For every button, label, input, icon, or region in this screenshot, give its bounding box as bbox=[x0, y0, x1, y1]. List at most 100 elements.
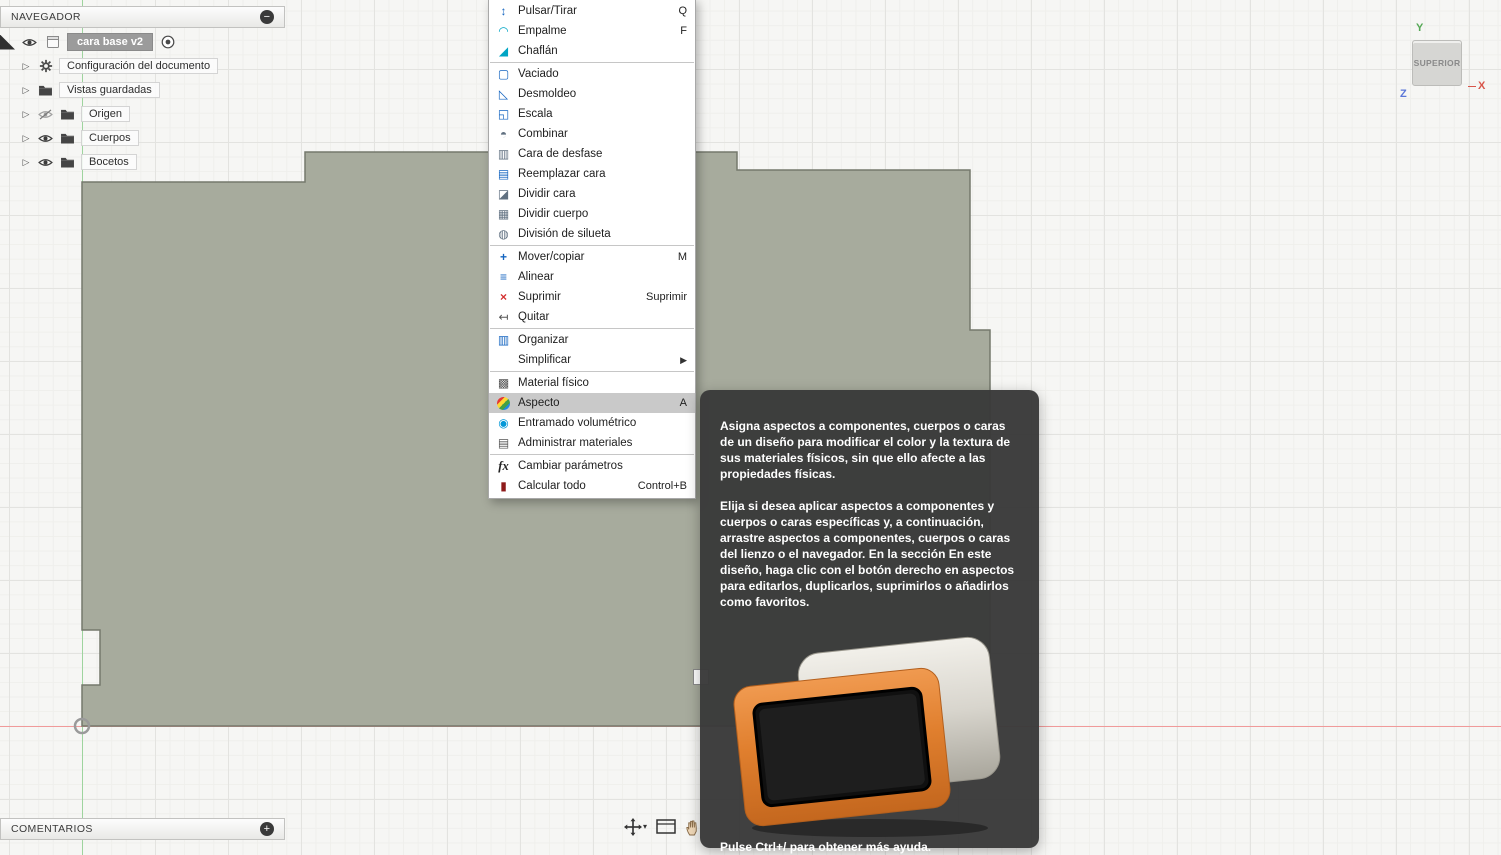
eye-icon[interactable] bbox=[37, 133, 54, 144]
appearance-example-image bbox=[720, 626, 1020, 840]
menu-item-label: Aspecto bbox=[518, 397, 560, 409]
navigator-item-vistas-guardadas[interactable]: ▷ Vistas guardadas bbox=[0, 78, 218, 102]
activate-radio-icon[interactable] bbox=[159, 35, 176, 49]
expand-arrow-icon[interactable]: ▷ bbox=[20, 85, 32, 96]
menu-item-vaciado[interactable]: ▢ Vaciado bbox=[489, 64, 695, 84]
appearance-icon bbox=[495, 395, 512, 411]
navigator-root-row[interactable]: cara base v2 bbox=[0, 30, 218, 54]
menu-item-entramado-volumetrico[interactable]: ◉ Entramado volumétrico bbox=[489, 413, 695, 433]
display-settings-icon bbox=[656, 819, 676, 834]
menu-separator bbox=[490, 328, 694, 329]
navigator-item-bocetos[interactable]: ▷ Bocetos bbox=[0, 150, 218, 174]
chevron-down-icon: ▾ bbox=[643, 822, 648, 831]
expand-arrow-icon[interactable]: ▷ bbox=[20, 61, 32, 72]
menu-item-label: División de silueta bbox=[518, 228, 611, 240]
display-settings-button[interactable] bbox=[656, 819, 676, 835]
menu-item-suprimir[interactable]: × Suprimir Suprimir bbox=[489, 287, 695, 307]
silhouette-split-icon: ◍ bbox=[498, 227, 509, 241]
menu-item-label: Quitar bbox=[518, 311, 550, 323]
menu-item-label: Entramado volumétrico bbox=[518, 417, 637, 429]
navigator-item-configuracion-del-documento[interactable]: ▷ Configuración del documento bbox=[0, 54, 219, 78]
menu-item-cambiar-parametros[interactable]: fx Cambiar parámetros bbox=[489, 456, 695, 476]
menu-item-label: Vaciado bbox=[518, 68, 559, 80]
navigator-item-label[interactable]: Origen bbox=[81, 106, 131, 122]
navigator-item-label[interactable]: Bocetos bbox=[81, 154, 137, 170]
navigator-item-label[interactable]: Cuerpos bbox=[81, 130, 139, 146]
menu-item-material-fisico[interactable]: ▩ Material físico bbox=[489, 373, 695, 393]
menu-item-label: Calcular todo bbox=[518, 480, 586, 492]
menu-item-label: Desmoldeo bbox=[518, 88, 577, 100]
menu-item-organizar[interactable]: ▥ Organizar bbox=[489, 330, 695, 350]
combine-icon: ◓ bbox=[499, 127, 508, 141]
push-pull-icon: ↕ bbox=[500, 4, 507, 18]
folder-icon bbox=[37, 84, 54, 96]
add-comment-button[interactable]: + bbox=[260, 822, 274, 836]
menu-item-label: Pulsar/Tirar bbox=[518, 5, 577, 17]
navigator-item-origen[interactable]: ▷ Origen bbox=[0, 102, 218, 126]
menu-item-combinar[interactable]: ◓ Combinar bbox=[489, 124, 695, 144]
menu-item-desmoldeo[interactable]: ◺ Desmoldeo bbox=[489, 84, 695, 104]
menu-item-label: Combinar bbox=[518, 128, 568, 140]
navigator-collapse-button[interactable]: − bbox=[260, 10, 274, 24]
menu-item-label: Dividir cara bbox=[518, 188, 576, 200]
menu-item-label: Dividir cuerpo bbox=[518, 208, 589, 220]
menu-item-label: Empalme bbox=[518, 25, 567, 37]
menu-item-shortcut: Q bbox=[678, 5, 687, 17]
origin-marker[interactable] bbox=[70, 714, 94, 738]
menu-item-calcular-todo[interactable]: ▮ Calcular todo Control+B bbox=[489, 476, 695, 496]
menu-item-shortcut: M bbox=[677, 251, 687, 263]
menu-item-cara-de-desfase[interactable]: ▥ Cara de desfase bbox=[489, 144, 695, 164]
menu-item-mover-copiar[interactable]: + Mover/copiar M bbox=[489, 247, 695, 267]
viewcube-face-superior[interactable]: SUPERIOR bbox=[1412, 40, 1462, 86]
context-menu: ↕ Pulsar/Tirar Q ◠ Empalme F ◢ Chaflán ▢ Vaciado ◺… bbox=[488, 0, 696, 499]
viewcube-axis-z: Z bbox=[1400, 88, 1407, 100]
arrange-icon: ▥ bbox=[497, 333, 510, 347]
pan-orbit-button[interactable]: ▾ bbox=[624, 818, 647, 836]
viewcube[interactable]: Y SUPERIOR Z X bbox=[1398, 22, 1498, 106]
canvas-navigation-toolbar: ▾ bbox=[624, 818, 700, 836]
folder-icon bbox=[59, 132, 76, 144]
expand-arrow-icon[interactable]: ▷ bbox=[20, 109, 32, 120]
expand-arrow-icon[interactable]: ▷ bbox=[20, 157, 32, 168]
menu-item-shortcut: Suprimir bbox=[646, 291, 687, 303]
comments-header[interactable]: COMENTARIOS + bbox=[0, 818, 285, 840]
navigator-item-label[interactable]: Vistas guardadas bbox=[59, 82, 160, 98]
navigator-header[interactable]: NAVEGADOR − bbox=[0, 6, 285, 28]
navigator-item-label[interactable]: Configuración del documento bbox=[59, 58, 219, 74]
expand-arrow-icon[interactable]: ▷ bbox=[20, 133, 32, 144]
no-icon bbox=[495, 352, 512, 368]
menu-item-chaflan[interactable]: ◢ Chaflán bbox=[489, 41, 695, 61]
delete-icon: × bbox=[499, 290, 507, 304]
eye-icon[interactable] bbox=[37, 157, 54, 168]
compute-all-icon: ▮ bbox=[500, 479, 507, 493]
move-copy-icon: + bbox=[499, 250, 507, 264]
menu-item-simplificar[interactable]: Simplificar ▶ bbox=[489, 350, 695, 370]
menu-item-pulsar-tirar[interactable]: ↕ Pulsar/Tirar Q bbox=[489, 1, 695, 21]
offset-face-icon: ▥ bbox=[497, 147, 510, 161]
eye-icon[interactable] bbox=[21, 37, 38, 48]
menu-item-escala[interactable]: ◱ Escala bbox=[489, 104, 695, 124]
navigator-root-label[interactable]: cara base v2 bbox=[67, 33, 154, 51]
menu-item-dividir-cara[interactable]: ◪ Dividir cara bbox=[489, 184, 695, 204]
menu-item-alinear[interactable]: ≡ Alinear bbox=[489, 267, 695, 287]
move-cross-icon bbox=[624, 818, 642, 836]
menu-item-label: Escala bbox=[518, 108, 553, 120]
navigator-item-cuerpos[interactable]: ▷ Cuerpos bbox=[0, 126, 218, 150]
shell-icon: ▢ bbox=[497, 67, 510, 81]
remove-icon: ↤ bbox=[498, 310, 509, 324]
fx-icon: fx bbox=[498, 458, 509, 473]
menu-item-dividir-cuerpo[interactable]: ▦ Dividir cuerpo bbox=[489, 204, 695, 224]
pan-hand-button[interactable] bbox=[685, 818, 700, 836]
eye-off-icon[interactable] bbox=[37, 108, 54, 120]
menu-separator bbox=[490, 371, 694, 372]
menu-item-empalme[interactable]: ◠ Empalme F bbox=[489, 21, 695, 41]
menu-item-quitar[interactable]: ↤ Quitar bbox=[489, 307, 695, 327]
menu-item-administrar-materiales[interactable]: ▤ Administrar materiales bbox=[489, 433, 695, 453]
draft-icon: ◺ bbox=[498, 87, 509, 101]
menu-item-reemplazar-cara[interactable]: ▤ Reemplazar cara bbox=[489, 164, 695, 184]
menu-item-label: Administrar materiales bbox=[518, 437, 633, 449]
menu-item-label: Organizar bbox=[518, 334, 569, 346]
menu-item-division-de-silueta[interactable]: ◍ División de silueta bbox=[489, 224, 695, 244]
folder-icon bbox=[59, 108, 76, 120]
menu-item-aspecto[interactable]: Aspecto A bbox=[489, 393, 695, 413]
